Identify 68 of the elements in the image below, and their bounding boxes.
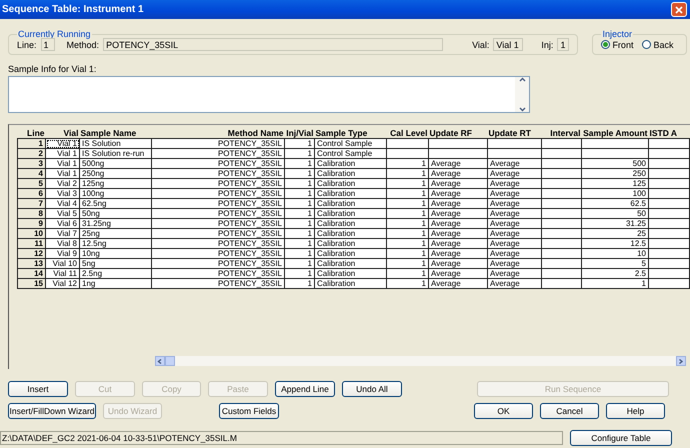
path-field: Z:\DATA\DEF_GC2 2021-06-04 10-33-51\POTENCY_35SIL.M	[0, 431, 563, 445]
field-label: Line:	[17, 40, 37, 50]
field-label: Method:	[66, 40, 100, 50]
column-header[interactable]: Inj/Vial	[284, 128, 314, 138]
row-header[interactable]: 6	[18, 188, 46, 198]
dialog-button[interactable]: Help	[606, 403, 665, 419]
radio-option[interactable]: Front	[601, 40, 634, 50]
field-label: Sample Info for Vial 1:	[7, 63, 98, 76]
field-label: Inj:	[541, 40, 554, 50]
row-header[interactable]: 13	[18, 258, 46, 268]
table-cell	[428, 138, 488, 148]
dialog-button[interactable]: Append Line	[275, 381, 335, 397]
row-header[interactable]: 12	[18, 248, 46, 258]
radio-icon[interactable]	[642, 40, 652, 49]
method-field: POTENCY_35SIL	[103, 38, 444, 51]
group-title: Injector	[601, 29, 633, 39]
dialog-button[interactable]: Insert	[8, 381, 68, 397]
inj-field: 1	[557, 38, 570, 51]
row-header[interactable]: 4	[18, 168, 46, 178]
close-icon[interactable]	[675, 6, 683, 14]
table-cell	[386, 138, 428, 148]
vial-field: Vial 1	[493, 38, 524, 51]
row-header[interactable]: 14	[18, 268, 46, 278]
table-cell: 1	[284, 138, 314, 148]
table-cell: IS Solution	[80, 138, 152, 148]
row-header[interactable]: 2	[18, 148, 46, 158]
dialog-button[interactable]: Undo All	[342, 381, 402, 397]
column-header[interactable]: ISTD A	[648, 128, 690, 138]
dialog-button[interactable]: Insert/FillDown Wizard	[8, 403, 96, 419]
table-cell	[648, 138, 690, 148]
column-header[interactable]: Vial	[46, 128, 80, 138]
column-header[interactable]: Sample Name	[80, 128, 152, 138]
row-header[interactable]: 3	[18, 158, 46, 168]
row-header[interactable]: 8	[18, 208, 46, 218]
column-header[interactable]: Line	[18, 128, 46, 138]
row-header[interactable]: 10	[18, 228, 46, 238]
line-field: 1	[40, 38, 55, 51]
table-cell	[542, 138, 582, 148]
column-header[interactable]: Method Name	[152, 128, 284, 138]
radio-option[interactable]: Back	[642, 40, 674, 50]
row-header[interactable]: 7	[18, 198, 46, 208]
radio-label: Front	[612, 40, 634, 50]
row-header[interactable]: 1	[18, 138, 46, 148]
column-header[interactable]: Sample Amount	[582, 128, 648, 138]
scroll-thumb[interactable]	[165, 356, 175, 366]
configure-table-button[interactable]: Configure Table	[570, 430, 672, 446]
column-header[interactable]: Sample Type	[314, 128, 386, 138]
dialog-button[interactable]: OK	[474, 403, 533, 419]
window-title: Sequence Table: Instrument 1	[2, 4, 144, 15]
field-label: Vial:	[472, 40, 490, 50]
dialog-button[interactable]: Custom Fields	[219, 403, 279, 419]
column-header[interactable]: Update RF	[428, 128, 488, 138]
table-cell	[582, 138, 648, 148]
radio-icon[interactable]	[601, 40, 610, 49]
row-header[interactable]: 11	[18, 238, 46, 248]
column-header[interactable]: Update RT	[488, 128, 542, 138]
table-cell	[488, 138, 542, 148]
column-header[interactable]: Interval	[542, 128, 582, 138]
row-header[interactable]: 5	[18, 178, 46, 188]
close-button[interactable]	[671, 2, 687, 17]
column-header[interactable]: Cal Level	[386, 128, 428, 138]
table-cell: Control Sample	[314, 138, 386, 148]
table-cell: POTENCY_35SIL	[152, 138, 284, 148]
dialog-button[interactable]: Cancel	[540, 403, 599, 419]
row-header[interactable]: 9	[18, 218, 46, 228]
radio-label: Back	[653, 40, 674, 50]
row-header[interactable]: 15	[18, 278, 46, 288]
group-title: Currently Running	[17, 29, 92, 39]
